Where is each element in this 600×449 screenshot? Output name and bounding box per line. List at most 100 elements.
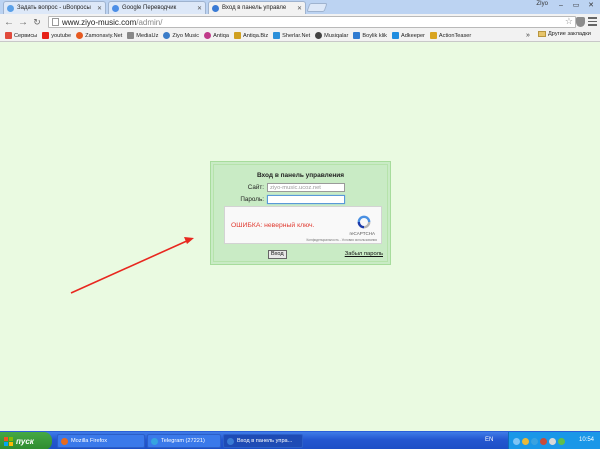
telegram-icon <box>151 437 158 445</box>
tab-label: Задать вопрос - uBопросы <box>17 5 91 11</box>
taskbar-item-firefox[interactable]: Mozilla Firefox <box>57 434 145 448</box>
page-icon <box>52 18 59 26</box>
page-content: Вход в панель управления Сайт: Пароль: О… <box>0 43 600 431</box>
bookmarks-overflow-chevron[interactable]: » <box>526 32 530 39</box>
bookmark-label: Ziyo Music <box>172 32 200 39</box>
tab-favicon <box>112 4 119 12</box>
tab-label: Google Переводчик <box>122 5 177 11</box>
taskbar-item-label: Telegram (27221) <box>161 438 205 444</box>
tab-translator[interactable]: Google Переводчик ✕ <box>108 1 206 14</box>
forgot-password-link[interactable]: Забыл пароль <box>345 251 383 257</box>
bookmark-label: youtube <box>51 32 72 39</box>
address-host: www.ziyo-music.com <box>62 17 137 27</box>
language-indicator[interactable]: EN <box>485 437 493 443</box>
login-button[interactable]: Вход <box>268 250 287 259</box>
profile-name[interactable]: ZIyo <box>536 1 548 7</box>
address-bar[interactable]: www.ziyo-music.com/admin/ <box>48 16 576 28</box>
shield-extension-icon[interactable] <box>576 17 585 27</box>
bookmark-label: Boylik klik <box>362 32 387 39</box>
tray-telegram-icon[interactable] <box>531 437 538 445</box>
tray-chrome-icon[interactable] <box>522 437 529 445</box>
antiqa-icon <box>204 32 212 39</box>
bookmark-label: Antiqa.Biz <box>242 32 269 39</box>
window-controls: – ▭ ✕ <box>554 0 598 10</box>
site-label: Сайт: <box>247 184 264 191</box>
boylik-klik-icon <box>353 32 361 39</box>
bookmark-label: Antiqa <box>213 32 229 39</box>
bookmark-sherlar[interactable]: Sherlar.Net <box>273 32 310 39</box>
bookmark-label: MediaUz <box>136 32 159 39</box>
musiqalar-icon <box>315 32 323 39</box>
login-panel: Вход в панель управления Сайт: Пароль: О… <box>210 161 391 265</box>
menu-icon[interactable] <box>588 17 597 26</box>
start-button[interactable]: пуск <box>0 432 52 449</box>
bookmark-adkeeper[interactable]: Adkeeper <box>391 32 425 39</box>
captcha-terms-link[interactable]: Конфиденциальность - Условия использован… <box>306 238 377 242</box>
actionteaser-icon <box>429 32 437 39</box>
captcha-brand: reCAPTCHA <box>349 231 375 236</box>
taskbar-item-telegram[interactable]: Telegram (27221) <box>147 434 221 448</box>
youtube-icon <box>42 32 50 39</box>
tab-strip: Задать вопрос - uBопросы ✕ Google Перево… <box>0 0 600 14</box>
bookmark-ziyo-music[interactable]: Ziyo Music <box>163 32 199 39</box>
taskbar: пуск Mozilla Firefox Telegram (27221) Вх… <box>0 431 600 449</box>
bookmark-label: Musiqalar <box>324 32 349 39</box>
browser-toolbar: ← → ↻ www.ziyo-music.com/admin/ ☆ <box>0 14 600 30</box>
bookmark-label: Adkeeper <box>400 32 425 39</box>
recaptcha-icon <box>357 215 371 229</box>
bookmark-musiqalar[interactable]: Musiqalar <box>315 32 348 39</box>
back-arrow-icon[interactable]: ← <box>3 16 15 28</box>
close-icon[interactable]: ✕ <box>195 5 202 12</box>
bookmark-label: Zamonaviy.Net <box>85 32 123 39</box>
tab-favicon <box>7 4 14 12</box>
address-path: /admin/ <box>136 17 163 27</box>
recaptcha-widget[interactable]: ОШИБКА: неверный ключ. reCAPTCHA Конфиде… <box>224 206 382 244</box>
taskbar-item-label: Вход в панель упра... <box>237 438 293 444</box>
tab-favicon <box>212 4 219 12</box>
other-bookmarks-label: Другие закладки <box>548 31 591 37</box>
minimize-icon[interactable]: – <box>554 0 568 10</box>
bookmark-youtube[interactable]: youtube <box>42 32 71 39</box>
bookmark-antiqa[interactable]: Antiqa <box>204 32 229 39</box>
reload-icon[interactable]: ↻ <box>31 16 43 28</box>
bookmark-boylik-klik[interactable]: Boylik klik <box>353 32 387 39</box>
tab-question[interactable]: Задать вопрос - uBопросы ✕ <box>3 1 106 14</box>
start-label: пуск <box>16 436 34 446</box>
close-icon[interactable]: ✕ <box>295 5 302 12</box>
adkeeper-icon <box>391 32 399 39</box>
password-label: Пароль: <box>240 196 264 203</box>
tray-app-icon[interactable] <box>558 437 565 445</box>
tray-volume-icon[interactable] <box>549 437 556 445</box>
mediauz-icon <box>127 32 135 39</box>
tab-label: Вход в панель управле <box>222 5 287 11</box>
close-window-icon[interactable]: ✕ <box>584 0 598 10</box>
taskbar-item-label: Mozilla Firefox <box>71 438 108 444</box>
zamonaviy-icon <box>76 32 84 39</box>
system-tray: 10:54 <box>508 432 600 449</box>
bookmark-label: ActionTeaser <box>438 32 472 39</box>
bookmark-actionteaser[interactable]: ActionTeaser <box>429 32 472 39</box>
bookmark-label: Сервисы <box>14 32 38 39</box>
bookmark-star-icon[interactable]: ☆ <box>565 16 573 27</box>
bookmark-antiqa-biz[interactable]: Antiqa.Biz <box>233 32 269 39</box>
forward-arrow-icon[interactable]: → <box>17 16 29 28</box>
maximize-icon[interactable]: ▭ <box>569 0 583 10</box>
apps-grid-icon <box>5 32 12 39</box>
site-field[interactable] <box>267 183 345 192</box>
bookmark-services[interactable]: Сервисы <box>5 32 37 39</box>
bookmark-mediauz[interactable]: MediaUz <box>127 32 158 39</box>
sherlar-icon <box>273 32 281 39</box>
tray-network-icon[interactable] <box>513 437 520 445</box>
other-bookmarks[interactable]: Другие закладки <box>538 31 591 37</box>
tray-security-icon[interactable] <box>540 437 547 445</box>
firefox-icon <box>61 437 68 445</box>
bookmark-zamonaviy[interactable]: Zamonaviy.Net <box>76 32 122 39</box>
login-title: Вход в панель управления <box>256 172 345 179</box>
close-icon[interactable]: ✕ <box>95 5 102 12</box>
taskbar-item-chrome[interactable]: Вход в панель упра... <box>223 434 303 448</box>
password-field[interactable] <box>267 195 345 204</box>
new-tab-button[interactable] <box>306 3 328 12</box>
folder-icon <box>538 31 546 37</box>
tab-admin-login[interactable]: Вход в панель управле ✕ <box>208 1 306 14</box>
clock: 10:54 <box>578 437 594 443</box>
